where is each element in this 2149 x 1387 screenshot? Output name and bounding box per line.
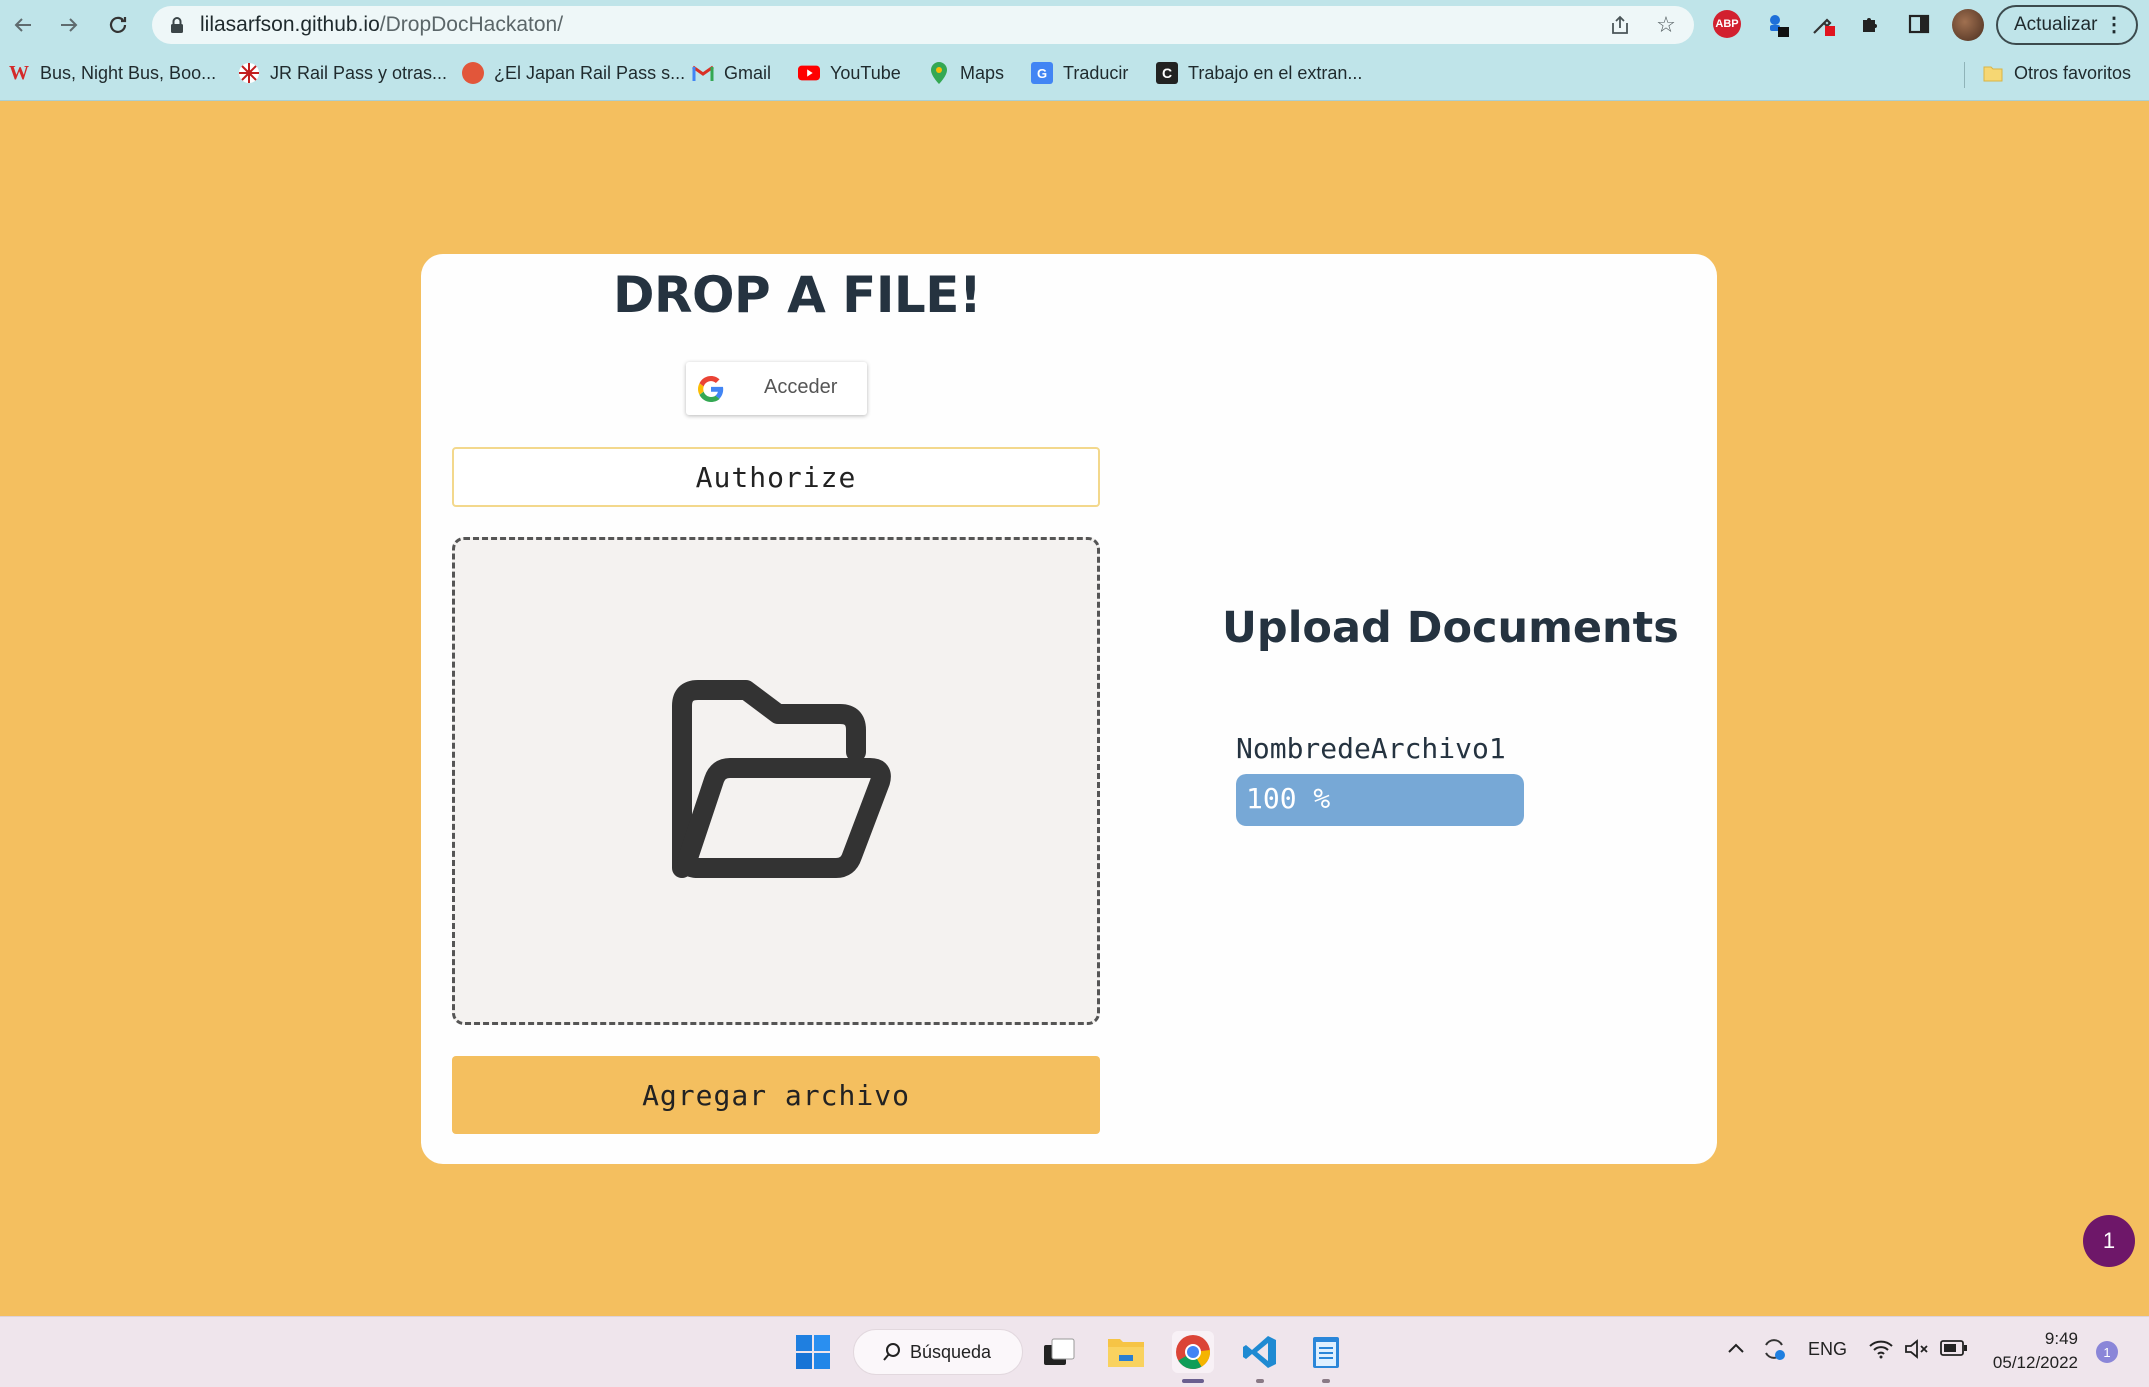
gmail-icon [692, 62, 714, 84]
bookmark-label: Traducir [1063, 62, 1129, 83]
translate-icon: G [1031, 62, 1053, 84]
c-logo-icon: C [1156, 62, 1178, 84]
notepad-icon[interactable] [1305, 1331, 1347, 1373]
search-label: Búsqueda [910, 1341, 992, 1362]
forward-icon[interactable] [52, 8, 86, 42]
back-icon[interactable] [6, 8, 40, 42]
bookmarks-bar: W Bus, Night Bus, Boo... JR Rail Pass y … [0, 56, 2149, 90]
lock-icon [170, 16, 184, 38]
bookmark-item[interactable]: JR Rail Pass y otras... [238, 58, 447, 88]
windows-start-icon[interactable] [792, 1331, 834, 1373]
extension-puzzle-person-icon[interactable] [1762, 9, 1792, 39]
main-card: DROP A FILE! Acceder Authorize Agregar a… [421, 254, 1717, 1164]
rising-sun-icon [238, 62, 260, 84]
chrome-icon[interactable] [1172, 1331, 1214, 1373]
url-text: lilasarfson.github.io/DropDocHackaton/ [200, 13, 564, 36]
youtube-icon [798, 62, 820, 84]
task-view-icon[interactable] [1038, 1331, 1080, 1373]
system-clock[interactable]: 9:49 05/12/2022 [1978, 1327, 2078, 1375]
bookmark-item[interactable]: G Traducir [1031, 58, 1128, 88]
adblock-icon[interactable]: ABP [1713, 10, 1741, 38]
notification-center-badge[interactable]: 1 [2096, 1341, 2118, 1363]
side-panel-icon[interactable] [1904, 9, 1934, 39]
volume-muted-icon[interactable] [1904, 1339, 1930, 1364]
bookmark-item[interactable]: YouTube [798, 58, 901, 88]
vscode-active-indicator [1256, 1379, 1264, 1383]
upload-progress-bar: 100 % [1236, 774, 1524, 826]
search-icon [883, 1343, 900, 1361]
file-explorer-icon[interactable] [1105, 1331, 1147, 1373]
profile-avatar[interactable] [1952, 9, 1984, 41]
extensions-puzzle-icon[interactable] [1856, 9, 1886, 39]
upload-documents-heading: Upload Documents [1222, 603, 1679, 653]
update-button[interactable]: Actualizar ⋮ [1996, 5, 2138, 45]
google-logo-icon [698, 376, 724, 406]
browser-chrome: lilasarfson.github.io/DropDocHackaton/ ☆… [0, 0, 2149, 101]
vscode-icon[interactable] [1239, 1331, 1281, 1373]
badge-icon [462, 62, 484, 84]
bookmark-label: Gmail [724, 62, 772, 83]
bookmark-star-icon[interactable]: ☆ [1654, 14, 1678, 38]
bookmarks-divider [1964, 62, 1965, 88]
taskbar-search[interactable]: Búsqueda [853, 1329, 1023, 1375]
clock-time: 9:49 [2044, 1329, 2078, 1348]
other-bookmarks-label: Otros favoritos [2014, 62, 2132, 83]
folder-icon [1982, 62, 2004, 84]
bookmark-item[interactable]: ¿El Japan Rail Pass s... [462, 58, 685, 88]
authorize-button[interactable]: Authorize [452, 447, 1100, 507]
wifi-icon[interactable] [1868, 1339, 1894, 1364]
notepad-active-indicator [1322, 1379, 1330, 1383]
bookmark-label: JR Rail Pass y otras... [270, 62, 448, 83]
battery-icon[interactable] [1940, 1339, 1968, 1362]
file-drop-zone[interactable] [452, 537, 1100, 1025]
open-folder-icon [658, 678, 892, 882]
upload-progress-text: 100 % [1246, 782, 1331, 815]
bookmark-label: Bus, Night Bus, Boo... [40, 62, 217, 83]
notification-badge[interactable]: 1 [2083, 1215, 2135, 1267]
bookmark-item[interactable]: Maps [928, 58, 1004, 88]
windows-taskbar: Búsqueda ENG 9:49 05/12/2022 1 [0, 1316, 2149, 1387]
bookmark-label: Maps [960, 62, 1005, 83]
eyedropper-icon[interactable] [1808, 9, 1838, 39]
bookmark-item[interactable]: W Bus, Night Bus, Boo... [8, 58, 216, 88]
update-label: Actualizar [2014, 14, 2098, 35]
wanderu-icon: W [9, 61, 29, 84]
bookmark-item[interactable]: Gmail [692, 58, 771, 88]
chrome-active-indicator [1182, 1379, 1204, 1383]
other-bookmarks[interactable]: Otros favoritos [1982, 58, 2131, 88]
bookmark-label: ¿El Japan Rail Pass s... [494, 62, 686, 83]
bookmark-item[interactable]: C Trabajo en el extran... [1156, 58, 1362, 88]
bookmark-label: YouTube [830, 62, 901, 83]
menu-dots-icon[interactable]: ⋮ [2104, 14, 2124, 36]
page-title: DROP A FILE! [613, 266, 982, 324]
maps-icon [928, 62, 950, 84]
bookmark-label: Trabajo en el extran... [1188, 62, 1363, 83]
sync-icon[interactable] [1760, 1335, 1788, 1368]
language-indicator[interactable]: ENG [1808, 1339, 1847, 1360]
tray-chevron-icon[interactable] [1726, 1339, 1746, 1364]
reload-icon[interactable] [101, 8, 135, 42]
file-name: NombredeArchivo1 [1236, 732, 1506, 765]
browser-toolbar: lilasarfson.github.io/DropDocHackaton/ ☆… [0, 0, 2149, 50]
clock-date: 05/12/2022 [1992, 1353, 2078, 1372]
share-icon[interactable] [1608, 14, 1632, 38]
google-signin-label: Acceder [764, 376, 838, 398]
google-signin-button[interactable]: Acceder [686, 362, 867, 415]
address-bar[interactable]: lilasarfson.github.io/DropDocHackaton/ ☆ [152, 6, 1694, 44]
add-file-button[interactable]: Agregar archivo [452, 1056, 1100, 1134]
